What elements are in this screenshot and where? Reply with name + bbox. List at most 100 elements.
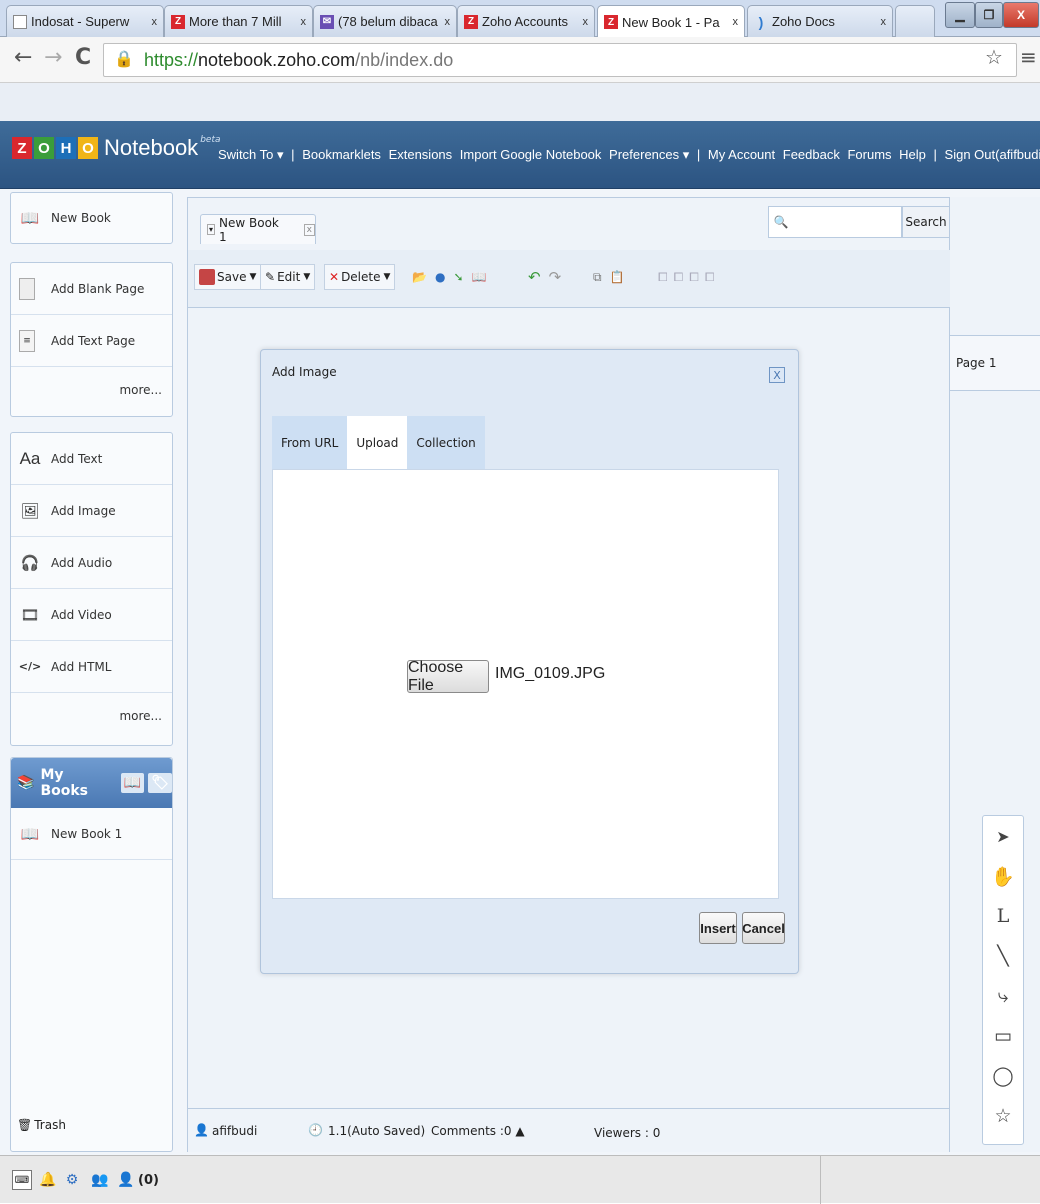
browser-tab-active[interactable]: Z New Book 1 - Pa x bbox=[597, 5, 745, 38]
text-cursor-icon[interactable]: L bbox=[983, 896, 1023, 936]
page-top-strip bbox=[0, 83, 1040, 121]
paste-icon[interactable]: 📋 bbox=[610, 270, 625, 284]
keyboard-icon[interactable]: ⌨ bbox=[12, 1170, 32, 1190]
new-book-button[interactable]: 📖 New Book bbox=[11, 193, 172, 243]
insert-button[interactable]: Insert bbox=[699, 912, 737, 944]
new-tab-button[interactable] bbox=[895, 5, 935, 37]
browser-tab-strip: Indosat - Superw x Z More than 7 Mill x … bbox=[0, 0, 1040, 38]
add-text-button[interactable]: Aa Add Text bbox=[11, 433, 172, 485]
add-blank-page-button[interactable]: Add Blank Page bbox=[11, 263, 172, 315]
globe-icon[interactable]: ● bbox=[435, 270, 445, 284]
nav-extensions[interactable]: Extensions bbox=[389, 147, 453, 162]
url-field[interactable]: 🔒 https://notebook.zoho.com/nb/index.do bbox=[103, 43, 1017, 77]
save-icon bbox=[199, 269, 215, 285]
tab-from-url[interactable]: From URL bbox=[272, 416, 348, 470]
forward-icon[interactable]: → bbox=[44, 45, 62, 70]
delete-button[interactable]: ✕ Delete ▼ bbox=[324, 264, 396, 290]
menu-icon[interactable]: ≡ bbox=[1020, 45, 1037, 69]
copy-icon[interactable]: ⧉ bbox=[593, 270, 602, 285]
tab-close-icon[interactable]: x bbox=[583, 16, 589, 28]
taskbar-count: (0) bbox=[138, 1173, 159, 1188]
reload-icon[interactable]: C bbox=[75, 45, 91, 70]
tags-icon[interactable]: 🏷 bbox=[148, 773, 172, 793]
tab-close-icon[interactable]: x bbox=[733, 16, 739, 28]
bring-front-icon[interactable]: ⧠ bbox=[658, 270, 668, 285]
restore-icon[interactable]: ❐ bbox=[975, 2, 1003, 28]
send-backward-icon[interactable]: ⧠ bbox=[705, 270, 715, 285]
version-icon: 🕘 bbox=[308, 1123, 323, 1137]
tab-close-icon[interactable]: x bbox=[301, 16, 307, 28]
status-comments[interactable]: Comments :0 ▲ bbox=[431, 1124, 525, 1138]
add-image-button[interactable]: 🖼 Add Image bbox=[11, 485, 172, 537]
nav-switch-to[interactable]: Switch To ▾ bbox=[218, 147, 284, 162]
nav-forums[interactable]: Forums bbox=[847, 147, 891, 162]
browser-tab[interactable]: Indosat - Superw x bbox=[6, 5, 164, 37]
trash-link[interactable]: 🗑 Trash bbox=[17, 1118, 66, 1132]
nav-bookmarklets[interactable]: Bookmarklets bbox=[302, 147, 381, 162]
nav-preferences[interactable]: Preferences ▾ bbox=[609, 147, 689, 162]
tab-collection[interactable]: Collection bbox=[407, 416, 485, 470]
search-icon[interactable]: 🔍 bbox=[768, 206, 794, 238]
browser-tab[interactable]: ) Zoho Docs x bbox=[747, 5, 893, 37]
back-icon[interactable]: ← bbox=[14, 45, 32, 70]
select-arrow-icon[interactable]: ➤ bbox=[983, 816, 1023, 856]
my-books-title[interactable]: My Books bbox=[40, 767, 108, 799]
doc-tab[interactable]: ▾ New Book 1 x bbox=[200, 214, 316, 244]
bell-icon[interactable]: 🔔 bbox=[38, 1170, 58, 1190]
nav-sign-out[interactable]: Sign Out(afifbudi) bbox=[945, 147, 1040, 162]
redo-icon[interactable]: ↷ bbox=[549, 268, 562, 286]
bring-forward-icon[interactable]: ⧠ bbox=[689, 270, 699, 285]
rectangle-icon[interactable]: ▭ bbox=[983, 1016, 1023, 1056]
browser-tab[interactable]: Z More than 7 Mill x bbox=[164, 5, 313, 37]
tab-close-icon[interactable]: x bbox=[881, 16, 887, 28]
nav-import-google-notebook[interactable]: Import Google Notebook bbox=[460, 147, 602, 162]
open-folder-icon[interactable]: 📂 bbox=[412, 270, 427, 284]
tab-dropdown-icon[interactable]: ▾ bbox=[207, 224, 216, 235]
cancel-button[interactable]: Cancel bbox=[742, 912, 785, 944]
browser-tab[interactable]: Z Zoho Accounts x bbox=[457, 5, 595, 37]
more-content-link[interactable]: more... bbox=[11, 693, 172, 739]
shared-books-icon[interactable]: 📖 bbox=[120, 773, 145, 793]
nav-my-account[interactable]: My Account bbox=[708, 147, 775, 162]
book-item[interactable]: 📖 New Book 1 bbox=[11, 808, 172, 860]
close-window-icon[interactable]: X bbox=[1003, 2, 1039, 28]
page-list-item[interactable]: Page 1 bbox=[950, 335, 1040, 391]
more-pages-link[interactable]: more... bbox=[11, 367, 172, 413]
star-icon[interactable]: ☆ bbox=[983, 1096, 1023, 1136]
ellipse-icon[interactable]: ◯ bbox=[983, 1056, 1023, 1096]
choose-file-button[interactable]: Choose File bbox=[407, 659, 489, 694]
add-video-button[interactable]: 🎞 Add Video bbox=[11, 589, 172, 641]
page-icon bbox=[13, 14, 27, 29]
status-version: 1.1(Auto Saved) bbox=[328, 1124, 426, 1138]
browser-tab[interactable]: ✉ (78 belum dibaca x bbox=[313, 5, 457, 37]
dialog-close-icon[interactable]: X bbox=[769, 367, 785, 383]
minimize-icon[interactable]: ▁ bbox=[945, 2, 975, 28]
book-icon[interactable]: 📖 bbox=[472, 270, 487, 284]
dropdown-arrow-icon: ▼ bbox=[303, 272, 311, 282]
edit-button[interactable]: ✎ Edit ▼ bbox=[260, 264, 316, 290]
tab-close-icon[interactable]: x bbox=[303, 223, 315, 236]
search-button[interactable]: Search bbox=[902, 206, 950, 238]
nav-feedback[interactable]: Feedback bbox=[783, 147, 840, 162]
undo-icon[interactable]: ↶ bbox=[528, 268, 541, 286]
zoho-logo[interactable]: Z O H O Notebook beta bbox=[12, 135, 220, 161]
export-icon[interactable]: ➘ bbox=[453, 270, 463, 284]
connector-icon[interactable]: ⤷ bbox=[983, 976, 1023, 1016]
add-audio-button[interactable]: 🎧 Add Audio bbox=[11, 537, 172, 589]
save-button[interactable]: Save ▼ bbox=[194, 264, 262, 290]
add-html-button[interactable]: </> Add HTML bbox=[11, 641, 172, 693]
tab-close-icon[interactable]: x bbox=[445, 16, 451, 28]
people-icon[interactable]: 👥 bbox=[90, 1170, 110, 1190]
network-icon[interactable]: ⚙ bbox=[62, 1170, 82, 1190]
send-back-icon[interactable]: ⧠ bbox=[674, 270, 684, 285]
tab-close-icon[interactable]: x bbox=[152, 16, 158, 28]
nav-help[interactable]: Help bbox=[899, 147, 926, 162]
add-text-page-button[interactable]: ≡ Add Text Page bbox=[11, 315, 172, 367]
hand-icon[interactable]: ✋ bbox=[983, 856, 1023, 896]
person-icon[interactable]: 👤 bbox=[116, 1170, 136, 1190]
line-icon[interactable]: ╲ bbox=[983, 936, 1023, 976]
star-bookmark-icon[interactable]: ☆ bbox=[985, 45, 1003, 69]
blank-page-icon bbox=[19, 277, 35, 300]
tab-upload[interactable]: Upload bbox=[347, 416, 408, 470]
url-path: /nb/index.do bbox=[355, 50, 454, 70]
